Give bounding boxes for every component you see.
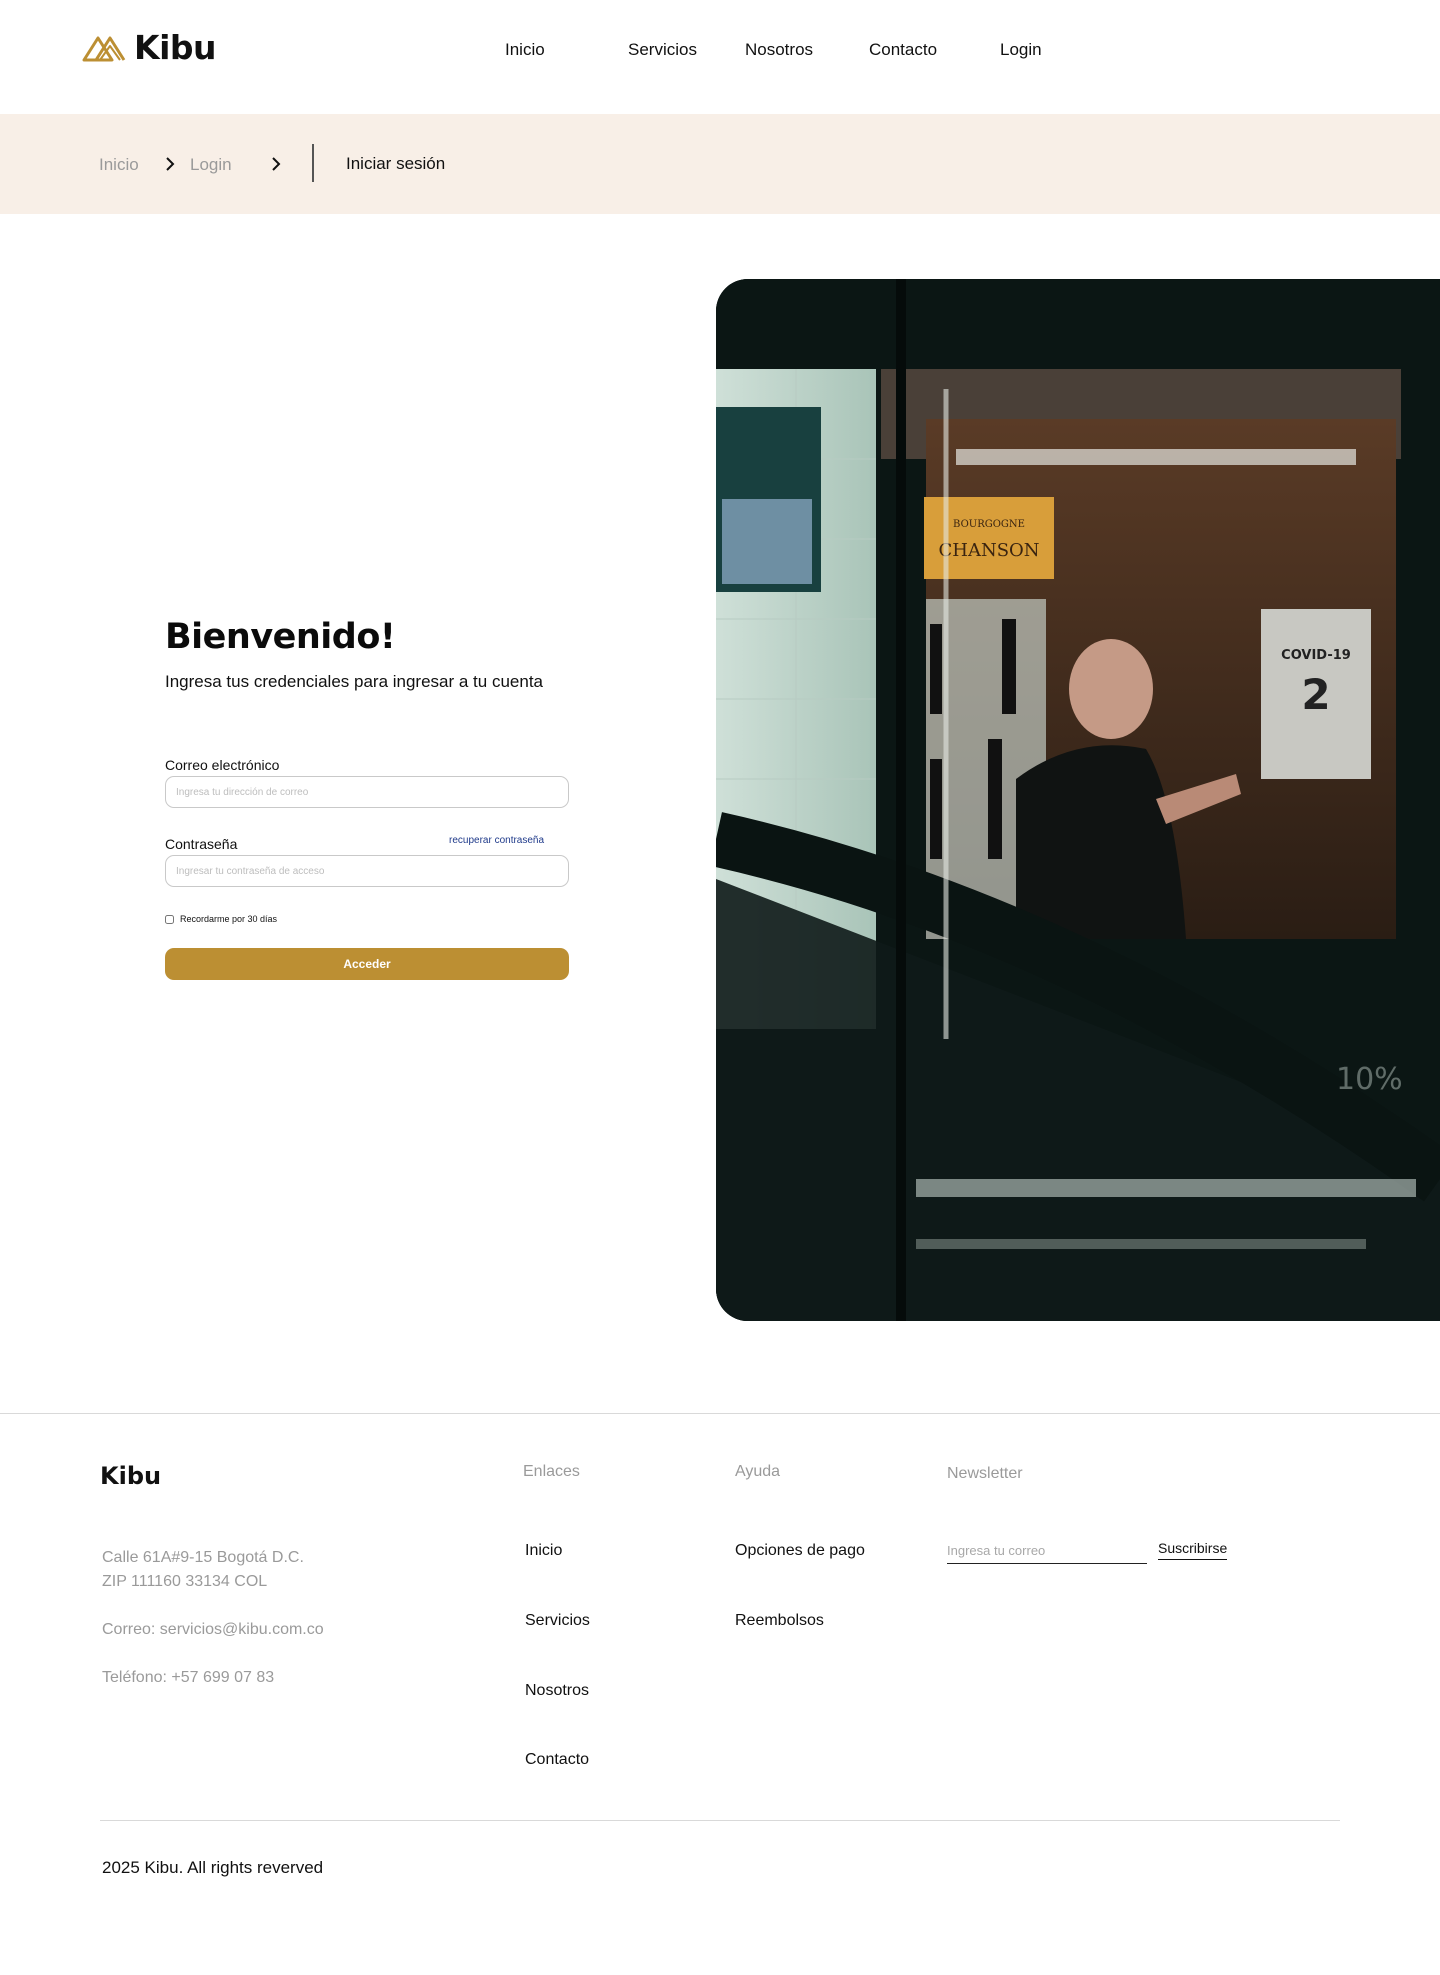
footer-help-heading: Ayuda [735,1463,781,1480]
footer-link-payment-options[interactable]: Opciones de pago [735,1542,865,1560]
remember-checkbox[interactable] [165,914,174,924]
poster-text: COVID-19 [1281,648,1351,663]
footer-link-contacto[interactable]: Contacto [525,1751,589,1769]
email-field[interactable] [165,776,569,808]
remember-label: Recordarme por 30 días [180,914,278,924]
brand-name: Kibu [134,28,217,67]
breadcrumb-login[interactable]: Login [190,155,232,175]
forgot-password-link[interactable]: recuperar contraseña [449,835,544,846]
footer-link-refunds[interactable]: Reembolsos [735,1612,824,1630]
nav-inicio[interactable]: Inicio [505,40,545,60]
nav-contacto[interactable]: Contacto [869,40,937,60]
email-label: Correo electrónico [165,757,280,773]
footer-bottom-divider [100,1820,1340,1821]
footer-link-nosotros[interactable]: Nosotros [525,1682,589,1700]
subscribe-button[interactable]: Suscribirse [1158,1540,1228,1560]
site-header: Kibu Inicio Servicios Nosotros Contacto … [0,0,1440,114]
wine-shop-image: BOURGOGNE CHANSON COVID-19 2 10% [716,279,1440,1321]
svg-text:2: 2 [1301,670,1330,719]
footer-link-inicio[interactable]: Inicio [525,1542,562,1560]
hero-photo: BOURGOGNE CHANSON COVID-19 2 10% [716,279,1440,1321]
footer-divider [0,1413,1440,1414]
page-title: Bienvenido! [165,617,396,657]
password-label: Contraseña [165,836,238,852]
nav-servicios[interactable]: Servicios [628,40,697,60]
password-field[interactable] [165,855,569,887]
nav-nosotros[interactable]: Nosotros [745,40,813,60]
submit-button[interactable]: Acceder [165,948,569,980]
remember-me[interactable]: Recordarme por 30 días [165,914,277,924]
footer-address-line2: ZIP 111160 33134 COL [102,1573,268,1590]
footer-links-heading: Enlaces [523,1463,580,1480]
footer-address-line1: Calle 61A#9-15 Bogotá D.C. [102,1549,304,1566]
breadcrumb: Inicio Login Iniciar sesión [0,114,1440,214]
footer-phone: Teléfono: +57 699 07 83 [102,1669,275,1686]
kibu-logo-icon [82,36,126,61]
chevron-right-icon [272,157,281,171]
brand-logo[interactable]: Kibu [82,28,217,67]
footer-logo[interactable]: Kibu [100,1462,161,1490]
footer-newsletter-heading: Newsletter [947,1465,1023,1482]
sign-top-text: BOURGOGNE [953,519,1025,530]
footer-email: Correo: servicios@kibu.com.co [102,1621,324,1638]
nav-login[interactable]: Login [1000,40,1042,60]
breadcrumb-inicio[interactable]: Inicio [99,155,139,175]
copyright: 2025 Kibu. All rights reverved [102,1858,324,1877]
price-tag-text: 10% [1336,1062,1403,1097]
page-subtitle: Ingresa tus credenciales para ingresar a… [165,672,544,691]
sign-text: CHANSON [938,540,1039,561]
newsletter-email-input[interactable] [947,1538,1147,1564]
breadcrumb-divider [312,144,314,182]
breadcrumb-current: Iniciar sesión [346,154,446,173]
footer-link-servicios[interactable]: Servicios [525,1612,590,1630]
chevron-right-icon [166,157,175,171]
